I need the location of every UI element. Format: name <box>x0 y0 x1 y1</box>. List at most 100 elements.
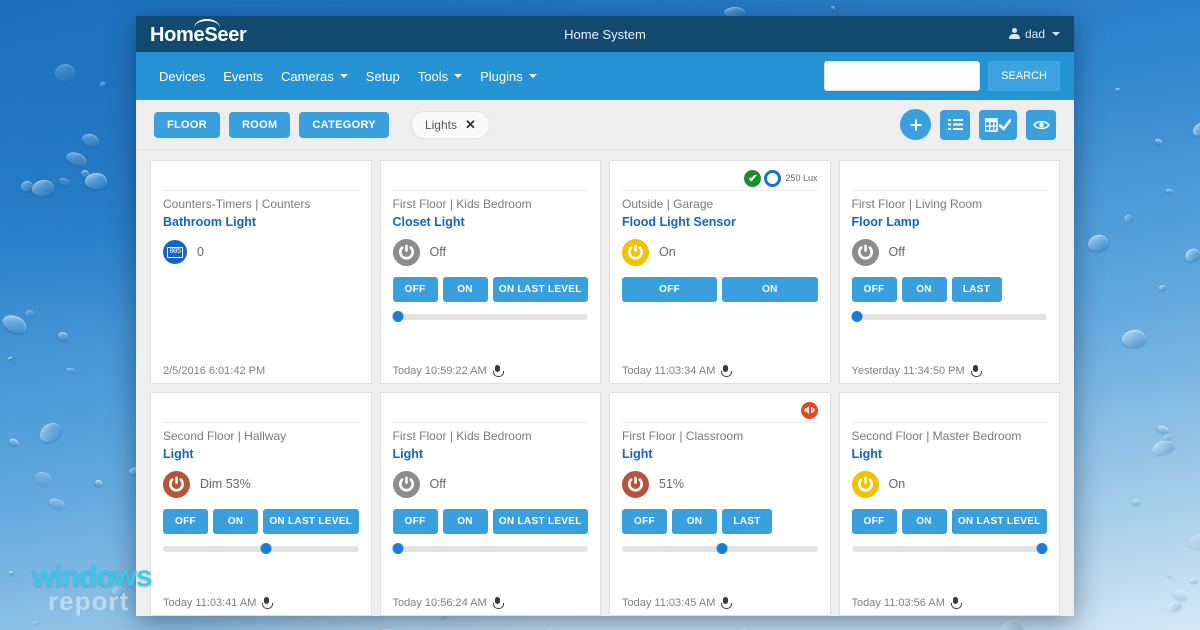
search-button[interactable]: SEARCH <box>988 61 1060 91</box>
card-device-name[interactable]: Bathroom Light <box>163 215 359 229</box>
card-state-text: Off <box>429 477 446 491</box>
user-name: dad <box>1024 27 1045 41</box>
dim-level-slider[interactable] <box>163 543 359 554</box>
nav-item-plugins[interactable]: Plugins <box>471 63 546 90</box>
water-droplet <box>1166 572 1173 578</box>
control-button-last[interactable]: LAST <box>722 509 772 534</box>
dim-level-slider[interactable] <box>622 543 818 554</box>
plus-icon <box>910 119 921 130</box>
nav-item-setup[interactable]: Setup <box>357 63 409 90</box>
control-button-on-last-level[interactable]: ON LAST LEVEL <box>951 509 1047 534</box>
filter-button-room[interactable]: ROOM <box>229 111 291 138</box>
control-button-on-last-level[interactable]: ON LAST LEVEL <box>492 509 588 534</box>
nav-item-events[interactable]: Events <box>214 63 272 90</box>
power-toggle-icon[interactable] <box>851 470 879 498</box>
control-button-on[interactable]: ON <box>901 277 947 302</box>
control-button-on[interactable]: ON <box>442 509 488 534</box>
water-droplet <box>57 175 71 187</box>
card-device-name[interactable]: Flood Light Sensor <box>622 215 818 229</box>
card-state-row: 005 0 <box>163 237 359 267</box>
add-button[interactable] <box>900 109 931 140</box>
microphone-icon[interactable] <box>721 597 733 609</box>
control-button-off[interactable]: OFF <box>622 509 667 534</box>
control-button-on[interactable]: ON <box>722 277 818 302</box>
control-button-off[interactable]: OFF <box>622 277 718 302</box>
card-device-name[interactable]: Floor Lamp <box>852 215 1048 229</box>
card-device-name[interactable]: Closet Light <box>393 215 589 229</box>
dim-level-slider[interactable] <box>851 311 1047 322</box>
card-state-row: Dim 53% <box>163 469 359 499</box>
device-card[interactable]: Second Floor | Hallway Light Dim 53% OFF ON O… <box>150 392 372 616</box>
microphone-icon[interactable] <box>492 365 504 377</box>
lux-ring-icon <box>764 169 782 187</box>
control-button-on-last-level[interactable]: ON LAST LEVEL <box>492 277 588 302</box>
microphone-icon[interactable] <box>492 597 504 609</box>
search-input[interactable] <box>824 61 981 91</box>
power-toggle-icon[interactable] <box>851 238 879 266</box>
card-device-name[interactable]: Light <box>163 447 359 461</box>
power-toggle-icon[interactable] <box>392 470 420 498</box>
slider-handle[interactable] <box>260 543 272 554</box>
card-device-name[interactable]: Light <box>852 447 1048 461</box>
dim-level-slider[interactable] <box>392 543 588 554</box>
nav-item-devices[interactable]: Devices <box>150 63 214 90</box>
device-card[interactable]: ✔ 250 Lux Outside | Garage Flood Light Sens… <box>609 160 831 384</box>
power-toggle-icon[interactable] <box>622 238 649 266</box>
card-device-name[interactable]: Light <box>393 447 589 461</box>
filter-button-floor[interactable]: FLOOR <box>154 111 220 138</box>
power-toggle-icon[interactable] <box>622 470 649 498</box>
nav-item-tools[interactable]: Tools <box>409 63 471 90</box>
microphone-icon[interactable] <box>950 597 962 609</box>
water-droplet <box>8 570 14 575</box>
list-view-button[interactable] <box>940 109 970 140</box>
microphone-icon[interactable] <box>262 597 274 609</box>
slider-handle[interactable] <box>1036 543 1047 554</box>
slider-handle[interactable] <box>716 543 728 554</box>
control-button-off[interactable]: OFF <box>851 277 897 302</box>
slider-handle[interactable] <box>392 543 404 554</box>
device-card[interactable]: First Floor | Classroom Light 51% OFF ON LAST… <box>609 392 831 616</box>
control-button-off[interactable]: OFF <box>163 509 208 534</box>
microphone-icon[interactable] <box>721 365 733 377</box>
control-button-off[interactable]: OFF <box>851 509 897 534</box>
power-toggle-icon[interactable] <box>392 238 420 266</box>
control-button-on[interactable]: ON <box>672 509 717 534</box>
device-card[interactable]: Second Floor | Master Bedroom Light On OFF O… <box>838 392 1060 616</box>
nav-item-label: Plugins <box>480 68 523 84</box>
control-button-last[interactable]: LAST <box>951 277 1002 302</box>
water-droplet <box>830 5 836 11</box>
dim-level-slider[interactable] <box>851 543 1047 554</box>
device-card[interactable]: First Floor | Living Room Floor Lamp Off OF… <box>838 160 1060 384</box>
card-location: First Floor | Living Room <box>851 197 982 211</box>
control-button-on[interactable]: ON <box>901 509 947 534</box>
microphone-icon[interactable] <box>970 365 982 377</box>
filter-button-category[interactable]: CATEGORY <box>299 111 389 138</box>
visibility-button[interactable] <box>1026 109 1056 140</box>
card-device-name[interactable]: Light <box>622 447 818 461</box>
control-button-on[interactable]: ON <box>213 509 258 534</box>
user-account-menu[interactable]: dad <box>1008 27 1060 41</box>
control-button-off[interactable]: OFF <box>392 277 438 302</box>
slider-handle[interactable] <box>851 311 863 322</box>
power-toggle-icon[interactable] <box>163 470 190 498</box>
close-icon[interactable]: ✕ <box>465 117 476 133</box>
power-glyph-icon <box>398 476 414 491</box>
control-button-off[interactable]: OFF <box>392 509 438 534</box>
dim-level-slider[interactable] <box>392 311 588 322</box>
card-badges <box>163 169 359 191</box>
page-title: Home System <box>564 26 646 42</box>
control-button-on-last-level[interactable]: ON LAST LEVEL <box>263 509 359 534</box>
nav-item-label: Events <box>223 68 263 84</box>
device-card[interactable]: Counters-Timers | Counters Bathroom Light… <box>150 160 372 384</box>
device-card[interactable]: First Floor | Kids Bedroom Light Off OFF ON O… <box>379 392 601 616</box>
card-timestamp: Today 10:56:24 AM <box>392 597 487 609</box>
card-location: Counters-Timers | Counters <box>163 197 311 211</box>
control-button-on[interactable]: ON <box>442 277 488 302</box>
card-timestamp: Today 11:03:56 AM <box>851 597 945 609</box>
device-card[interactable]: First Floor | Kids Bedroom Closet Light Of… <box>379 160 601 384</box>
slider-handle[interactable] <box>392 311 404 322</box>
nav-item-cameras[interactable]: Cameras <box>272 63 357 90</box>
grid-select-button[interactable] <box>979 109 1017 140</box>
active-filter-chip[interactable]: Lights ✕ <box>410 110 490 139</box>
counter-icon[interactable]: 005 <box>163 240 187 264</box>
